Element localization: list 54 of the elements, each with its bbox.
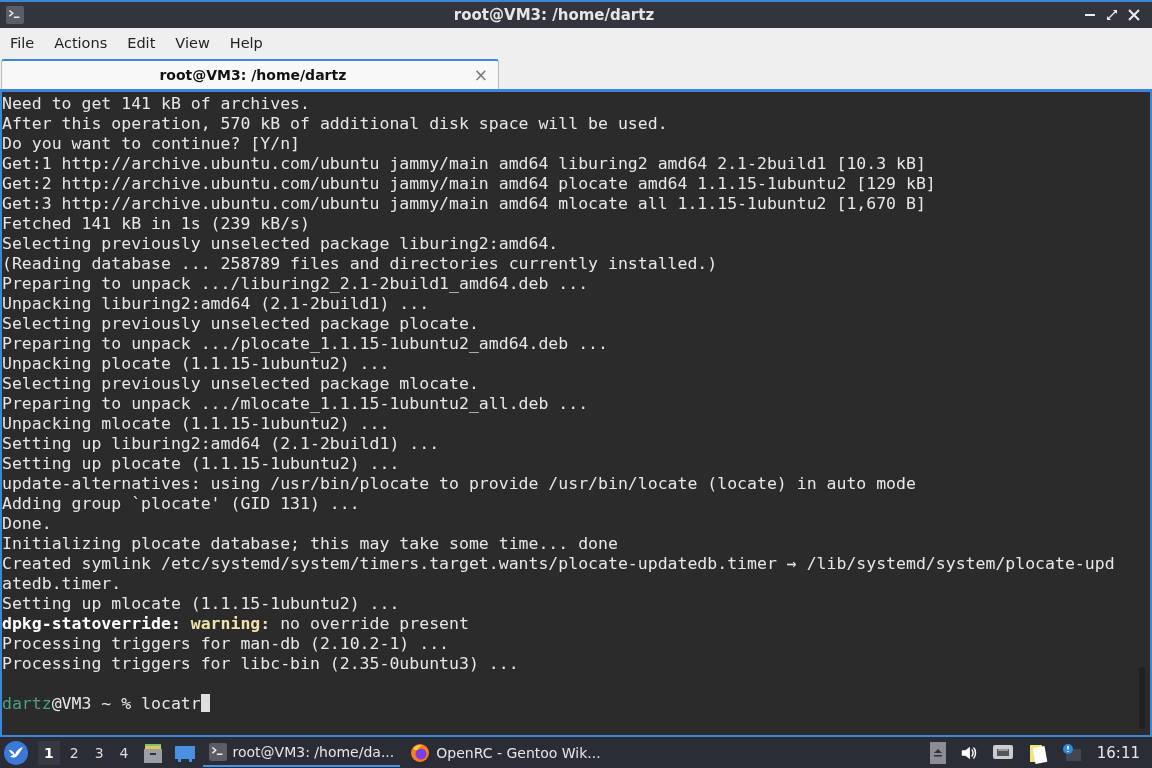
terminal-icon [208, 742, 227, 761]
menu-item[interactable]: File [2, 30, 43, 55]
terminal-line: Need to get 141 kB of archives. [2, 94, 310, 114]
window-title: root@VM3: /home/dartz [452, 6, 656, 24]
terminal-line: Get:3 http://archive.ubuntu.com/ubuntu jammy/main amd64 mlocate all 1.1.15-1ubuntu2 [1,670 B] [2, 194, 926, 214]
terminal-line: Setting up plocate (1.1.15-1ubuntu2) ... [2, 454, 400, 474]
terminal-line: Selecting previously unselected package plocate. [2, 314, 479, 334]
terminal-line: Fetched 141 kB in 1s (239 kB/s) [2, 214, 310, 234]
clock[interactable]: 16:11 [1090, 743, 1148, 762]
terminal-line: update-alternatives: using /usr/bin/plocate to provide /usr/bin/locate (locate) in auto mode [2, 474, 916, 494]
terminal-line: (Reading database ... 258789 files and directories currently installed.) [2, 254, 718, 274]
taskbar-button[interactable]: root@VM3: /home/da... [202, 738, 401, 767]
terminal-line: Processing triggers for man-db (2.10.2-1) ... [2, 634, 450, 654]
workspace-button[interactable]: 3 [88, 740, 110, 765]
terminal-line: Preparing to unpack .../plocate_1.1.15-1ubuntu2_amd64.deb ... [2, 334, 608, 354]
terminal-tab[interactable]: root@VM3: /home/dartz × [1, 59, 499, 89]
menu-item[interactable]: View [167, 30, 218, 55]
taskbar-button[interactable]: OpenRC - Gentoo Wik... [404, 738, 607, 767]
close-tab-button[interactable]: × [463, 66, 498, 84]
workspace-button[interactable]: 1 [38, 740, 60, 765]
terminal-line: Processing triggers for libc-bin (2.35-0ubuntu3) ... [2, 654, 519, 674]
terminal-line: Selecting previously unselected package mlocate. [2, 374, 479, 394]
file-cabinet-icon[interactable] [141, 741, 164, 764]
terminal-line: Get:2 http://archive.ubuntu.com/ubuntu jammy/main amd64 plocate amd64 1.1.15-1ubuntu2 [129 kB] [2, 174, 936, 194]
close-icon[interactable] [1128, 9, 1140, 21]
terminal-line: Do you want to continue? [Y/n] [2, 134, 300, 154]
terminal-line: Get:1 http://archive.ubuntu.com/ubuntu jammy/main amd64 liburing2 amd64 2.1-2build1 [10.3 kB] [2, 154, 926, 174]
terminal-line: Preparing to unpack .../mlocate_1.1.15-1ubuntu2_all.deb ... [2, 394, 589, 414]
terminal-line: Adding group `plocate' (GID 131) ... [2, 494, 360, 514]
terminal-line: dpkg-statoverride: warning: no override present [2, 614, 469, 634]
terminal-line: atedb.timer. [2, 574, 122, 594]
terminal-line: Created symlink /etc/systemd/system/timers.target.wants/plocate-updatedb.timer → /lib/systemd/system/plocate-upd [2, 554, 1115, 574]
eject-icon[interactable] [929, 741, 946, 764]
terminal-line: Done. [2, 514, 52, 534]
terminal-line: Initializing plocate database; this may take some time... done [2, 534, 618, 554]
terminal-line: Preparing to unpack .../liburing2_2.1-2build1_amd64.deb ... [2, 274, 589, 294]
network-port-icon[interactable] [991, 743, 1014, 762]
maximize-icon[interactable] [1106, 9, 1118, 21]
command-prompt: dartz@VM3 ~ % locatr [2, 694, 210, 714]
menu-item[interactable]: Edit [119, 30, 164, 55]
terminal-line: Selecting previously unselected package liburing2:amd64. [2, 234, 559, 254]
menu-item[interactable]: Actions [46, 30, 116, 55]
workspace-button[interactable]: 4 [113, 740, 135, 765]
bird-logo-icon[interactable] [4, 740, 28, 765]
terminal-line: After this operation, 570 kB of additional disk space will be used. [2, 114, 668, 134]
terminal-line: Unpacking plocate (1.1.15-1ubuntu2) ... [2, 354, 390, 374]
terminal-icon [6, 6, 24, 24]
terminal-line: Unpacking mlocate (1.1.15-1ubuntu2) ... [2, 414, 390, 434]
notification-icon[interactable] [1061, 742, 1082, 763]
menu-item[interactable]: Help [221, 30, 271, 55]
workspace-button[interactable]: 2 [63, 740, 85, 765]
terminal-line: Setting up mlocate (1.1.15-1ubuntu2) ... [2, 594, 400, 614]
terminal-line: Unpacking liburing2:amd64 (2.1-2build1) ... [2, 294, 430, 314]
terminal-line: Setting up liburing2:amd64 (2.1-2build1) ... [2, 434, 440, 454]
